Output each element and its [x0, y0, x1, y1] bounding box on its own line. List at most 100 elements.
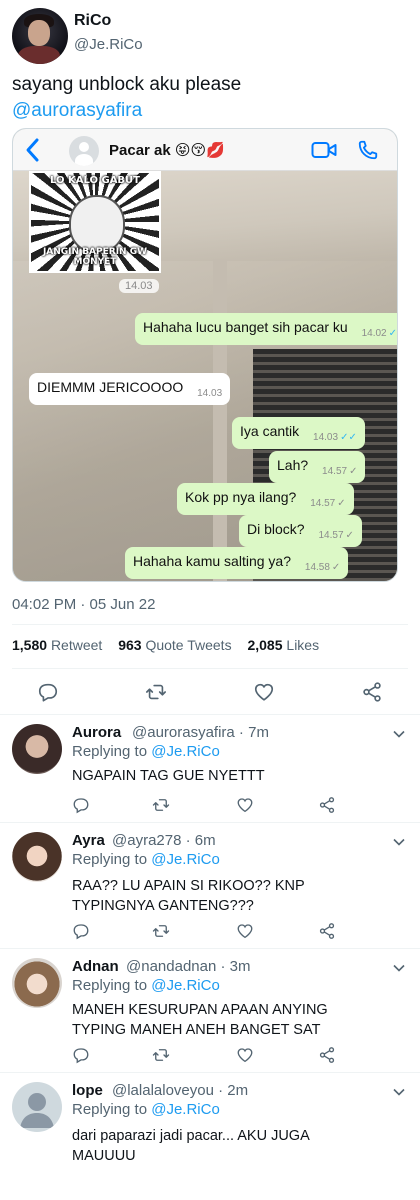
reply-icon[interactable] [72, 1046, 90, 1064]
share-icon[interactable] [361, 681, 383, 703]
video-call-icon[interactable] [311, 141, 337, 159]
contact-name[interactable]: Pacar ak 😝😚💋 [109, 141, 225, 159]
double-check-icon: ✓✓ [340, 432, 357, 443]
replying-to-mention[interactable]: @Je.RiCo [151, 1101, 220, 1118]
chevron-down-icon[interactable] [392, 727, 406, 741]
replying-to: Replying to @Je.RiCo [72, 1101, 220, 1118]
reply-icon[interactable] [72, 922, 90, 940]
divider [12, 668, 408, 669]
chevron-down-icon[interactable] [392, 1085, 406, 1099]
reply-author-name[interactable]: Aurora [72, 724, 121, 741]
back-chevron-icon[interactable] [23, 137, 43, 163]
like-count-link[interactable]: 2,085 Likes [247, 637, 319, 653]
meme-caption-top: LO KALO GABUT [50, 175, 140, 186]
share-icon[interactable] [318, 796, 336, 814]
divider [0, 822, 420, 823]
double-check-icon: ✓✓ [388, 328, 398, 339]
share-icon[interactable] [318, 1046, 336, 1064]
replying-to-mention[interactable]: @Je.RiCo [151, 977, 220, 994]
divider [0, 1072, 420, 1073]
reply-avatar[interactable] [12, 724, 62, 774]
retweet-icon[interactable] [145, 681, 167, 703]
replying-to-mention[interactable]: @Je.RiCo [151, 851, 220, 868]
replying-to: Replying to @Je.RiCo [72, 743, 220, 760]
attached-image[interactable]: Pacar ak 😝😚💋 LO KALO GABUT JANGIN BAPERI… [12, 128, 398, 582]
reply-text: dari paparazi jadi pacar... AKU JUGA MAU… [72, 1128, 309, 1164]
reply-text: RAA?? LU APAIN SI RIKOO?? KNP TYPINGNYA … [72, 878, 305, 914]
message-bubble-out[interactable]: Hahaha lucu banget sih pacar ku 14.02✓✓ [135, 313, 398, 345]
message-bubble-out[interactable]: Iya cantik 14.03 ✓✓ [232, 417, 365, 449]
like-heart-icon[interactable] [236, 922, 254, 940]
default-avatar[interactable] [12, 1082, 62, 1132]
single-check-icon: ✓ [345, 530, 354, 541]
author-name[interactable]: RiCo [74, 12, 111, 30]
message-text: Hahaha kamu salting ya? [133, 553, 291, 569]
message-bubble-out[interactable]: Hahaha kamu salting ya? 14.58 ✓ [125, 547, 349, 579]
message-time: 14.58 [304, 562, 330, 573]
replying-to-mention[interactable]: @Je.RiCo [151, 743, 220, 760]
share-icon[interactable] [318, 922, 336, 940]
single-check-icon: ✓ [337, 498, 346, 509]
chat-header: Pacar ak 😝😚💋 [13, 129, 397, 171]
divider [0, 948, 420, 949]
message-bubble-out[interactable]: Lah? 14.57 ✓ [269, 451, 366, 483]
reply-icon[interactable] [72, 796, 90, 814]
single-check-icon: ✓ [349, 466, 358, 477]
reply-text: NGAPAIN TAG GUE NYETTT [72, 768, 265, 784]
reply-author-name[interactable]: Adnan [72, 958, 119, 975]
message-bubble-out[interactable]: Di block? 14.57 ✓ [239, 515, 362, 547]
reply-author-handle[interactable]: @aurorasyafira · 7m [132, 724, 269, 741]
retweet-count-link[interactable]: 1,580 Retweet [12, 637, 102, 653]
message-time: 14.02 [361, 328, 387, 339]
tweet-text: sayang unblock aku please @aurorasyafira [12, 72, 408, 124]
message-text: Iya cantik [240, 423, 300, 439]
like-heart-icon[interactable] [253, 681, 275, 703]
tweet-mention-link[interactable]: @aurorasyafira [12, 98, 408, 124]
chevron-down-icon[interactable] [392, 961, 406, 975]
message-time: 14.57 [310, 498, 336, 509]
engagement-counts: 1,580 Retweet 963 Quote Tweets 2,085 Lik… [12, 637, 331, 653]
chevron-down-icon[interactable] [392, 835, 406, 849]
retweet-icon[interactable] [152, 796, 170, 814]
reply-icon[interactable] [37, 681, 59, 703]
message-time: 14.57 [318, 530, 344, 541]
replying-to: Replying to @Je.RiCo [72, 851, 220, 868]
author-handle[interactable]: @Je.RiCo [74, 36, 143, 53]
divider [0, 714, 420, 715]
retweet-icon[interactable] [152, 1046, 170, 1064]
divider [12, 624, 408, 625]
reply-avatar[interactable] [12, 832, 62, 882]
author-avatar[interactable] [12, 8, 68, 64]
message-text: Lah? [277, 457, 309, 473]
reply-author-name[interactable]: Ayra [72, 832, 105, 849]
phone-call-icon[interactable] [357, 139, 379, 161]
message-bubble-out[interactable]: Kok pp nya ilang? 14.57 ✓ [177, 483, 354, 515]
tweet-body: sayang unblock aku please [12, 74, 242, 95]
reply-text: MANEH KESURUPAN APAAN ANYING TYPING MANE… [72, 1002, 328, 1038]
message-text: Hahaha lucu banget sih pacar ku [143, 319, 348, 335]
default-user-icon [20, 1093, 54, 1128]
replying-to: Replying to @Je.RiCo [72, 977, 220, 994]
image-timestamp: 14.03 [119, 279, 159, 293]
message-time: 14.03 [313, 432, 339, 443]
message-text: Kok pp nya ilang? [185, 489, 297, 505]
single-check-icon: ✓ [331, 562, 341, 573]
tweet-timestamp[interactable]: 04:02 PM · 05 Jun 22 [12, 596, 155, 613]
message-bubble-in[interactable]: DIEMMM JERICOOOO 14.03 [29, 373, 231, 405]
retweet-icon[interactable] [152, 922, 170, 940]
meme-caption-bottom: JANGIN BAPERIN GW MONYET [42, 247, 148, 267]
reply-avatar[interactable] [12, 958, 62, 1008]
message-time: 14.57 [322, 466, 348, 477]
message-text: Di block? [247, 521, 305, 537]
like-heart-icon[interactable] [236, 796, 254, 814]
contact-avatar-placeholder[interactable] [69, 136, 99, 166]
message-text: DIEMMM JERICOOOO [37, 379, 184, 395]
reply-author-handle[interactable]: @ayra278 · 6m [112, 832, 216, 849]
meme-image[interactable]: LO KALO GABUT JANGIN BAPERIN GW MONYET [29, 171, 161, 273]
reply-author-handle[interactable]: @nandadnan · 3m [126, 958, 250, 975]
like-heart-icon[interactable] [236, 1046, 254, 1064]
reply-author-name[interactable]: lope [72, 1082, 103, 1099]
quote-count-link[interactable]: 963 Quote Tweets [118, 637, 231, 653]
message-time: 14.03 [197, 388, 223, 399]
reply-author-handle[interactable]: @lalalaloveyou · 2m [112, 1082, 248, 1099]
